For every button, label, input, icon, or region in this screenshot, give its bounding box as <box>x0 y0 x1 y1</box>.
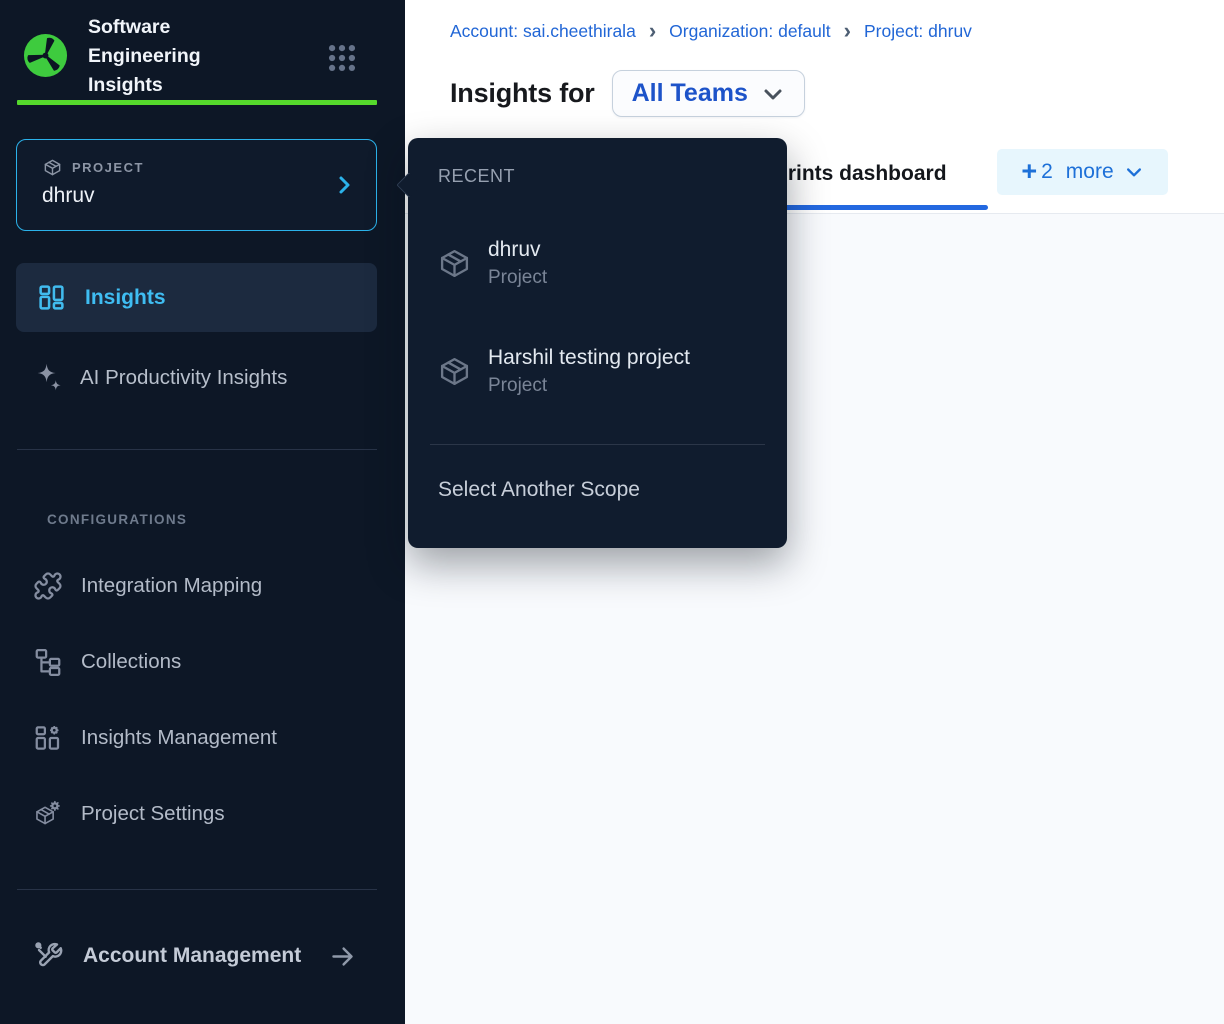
sidebar-item-label: Project Settings <box>81 802 225 826</box>
sidebar-item-insights[interactable]: Insights <box>16 263 377 332</box>
sidebar-item-insights-management[interactable]: Insights Management <box>16 714 377 762</box>
project-type-label: PROJECT <box>72 160 144 175</box>
brand-accent-bar <box>17 100 377 105</box>
arrow-right-icon <box>329 943 356 970</box>
sidebar-item-label: Insights Management <box>81 726 277 750</box>
tools-icon <box>33 940 65 972</box>
package-icon <box>438 247 471 280</box>
sidebar-item-integration-mapping[interactable]: Integration Mapping <box>16 562 377 610</box>
sidebar-item-label: Insights <box>85 286 166 310</box>
sidebar-item-ai-productivity-insights[interactable]: AI Productivity Insights <box>16 348 377 408</box>
scope-option-name: dhruv <box>488 238 547 262</box>
team-selector-button[interactable]: All Teams <box>612 70 805 117</box>
panel-divider <box>430 444 765 445</box>
package-icon <box>43 158 62 177</box>
sei-logo-icon <box>22 32 69 79</box>
sidebar-item-collections[interactable]: Collections <box>16 638 377 686</box>
chevron-down-icon <box>1124 162 1144 182</box>
project-name: dhruv <box>42 184 95 208</box>
scope-option-type: Project <box>488 267 547 289</box>
tree-hierarchy-icon <box>33 647 63 677</box>
scope-dropdown-panel: RECENT dhruv Project Harshil testing pro… <box>408 138 787 548</box>
sparkles-icon <box>31 361 65 395</box>
box-gear-icon <box>33 799 63 829</box>
sidebar-divider <box>17 449 377 450</box>
project-scope-card[interactable]: PROJECT dhruv <box>16 139 377 231</box>
package-icon <box>438 355 471 388</box>
sidebar-item-label: AI Productivity Insights <box>80 366 287 390</box>
tab-sprints-dashboard[interactable]: prints dashboard <box>775 162 947 186</box>
breadcrumb-project-link[interactable]: Project: dhruv <box>864 21 972 42</box>
sidebar: Software Engineering Insights PROJECT dh… <box>0 0 405 1024</box>
chevron-right-icon[interactable] <box>332 173 356 197</box>
breadcrumb-separator: › <box>649 22 656 42</box>
select-another-scope-button[interactable]: Select Another Scope <box>438 478 640 502</box>
scope-option-type: Project <box>488 375 690 397</box>
configurations-heading: CONFIGURATIONS <box>47 512 187 527</box>
app-title: Software Engineering Insights <box>88 13 273 100</box>
more-tabs-label: more <box>1066 160 1114 184</box>
app-switcher-grid-icon[interactable] <box>325 41 359 75</box>
main-header: Account: sai.cheethirala › Organization:… <box>405 0 1224 130</box>
more-tabs-button[interactable]: + 2 more <box>997 149 1168 195</box>
chevron-down-icon <box>761 82 785 106</box>
scope-option-dhruv[interactable]: dhruv Project <box>438 228 758 298</box>
insights-dashboard-icon <box>37 283 66 312</box>
recent-heading: RECENT <box>438 166 515 187</box>
sidebar-item-label: Account Management <box>83 944 301 968</box>
sidebar-item-account-management[interactable]: Account Management <box>16 932 377 980</box>
plus-icon: + <box>1021 161 1037 184</box>
team-selector-value: All Teams <box>632 79 748 108</box>
breadcrumb-separator: › <box>844 22 851 42</box>
more-tabs-count: 2 <box>1041 160 1053 184</box>
sidebar-divider <box>17 889 377 890</box>
puzzle-icon <box>33 571 63 601</box>
insights-gear-icon <box>33 723 63 753</box>
sidebar-item-label: Integration Mapping <box>81 574 262 598</box>
breadcrumb: Account: sai.cheethirala › Organization:… <box>450 21 972 42</box>
page-title: Insights for <box>450 78 595 109</box>
scope-option-name: Harshil testing project <box>488 346 690 370</box>
sidebar-item-project-settings[interactable]: Project Settings <box>16 790 377 838</box>
scope-option-harshil-testing-project[interactable]: Harshil testing project Project <box>438 336 758 406</box>
breadcrumb-account-link[interactable]: Account: sai.cheethirala <box>450 21 636 42</box>
sidebar-item-label: Collections <box>81 650 181 674</box>
breadcrumb-organization-link[interactable]: Organization: default <box>669 21 831 42</box>
